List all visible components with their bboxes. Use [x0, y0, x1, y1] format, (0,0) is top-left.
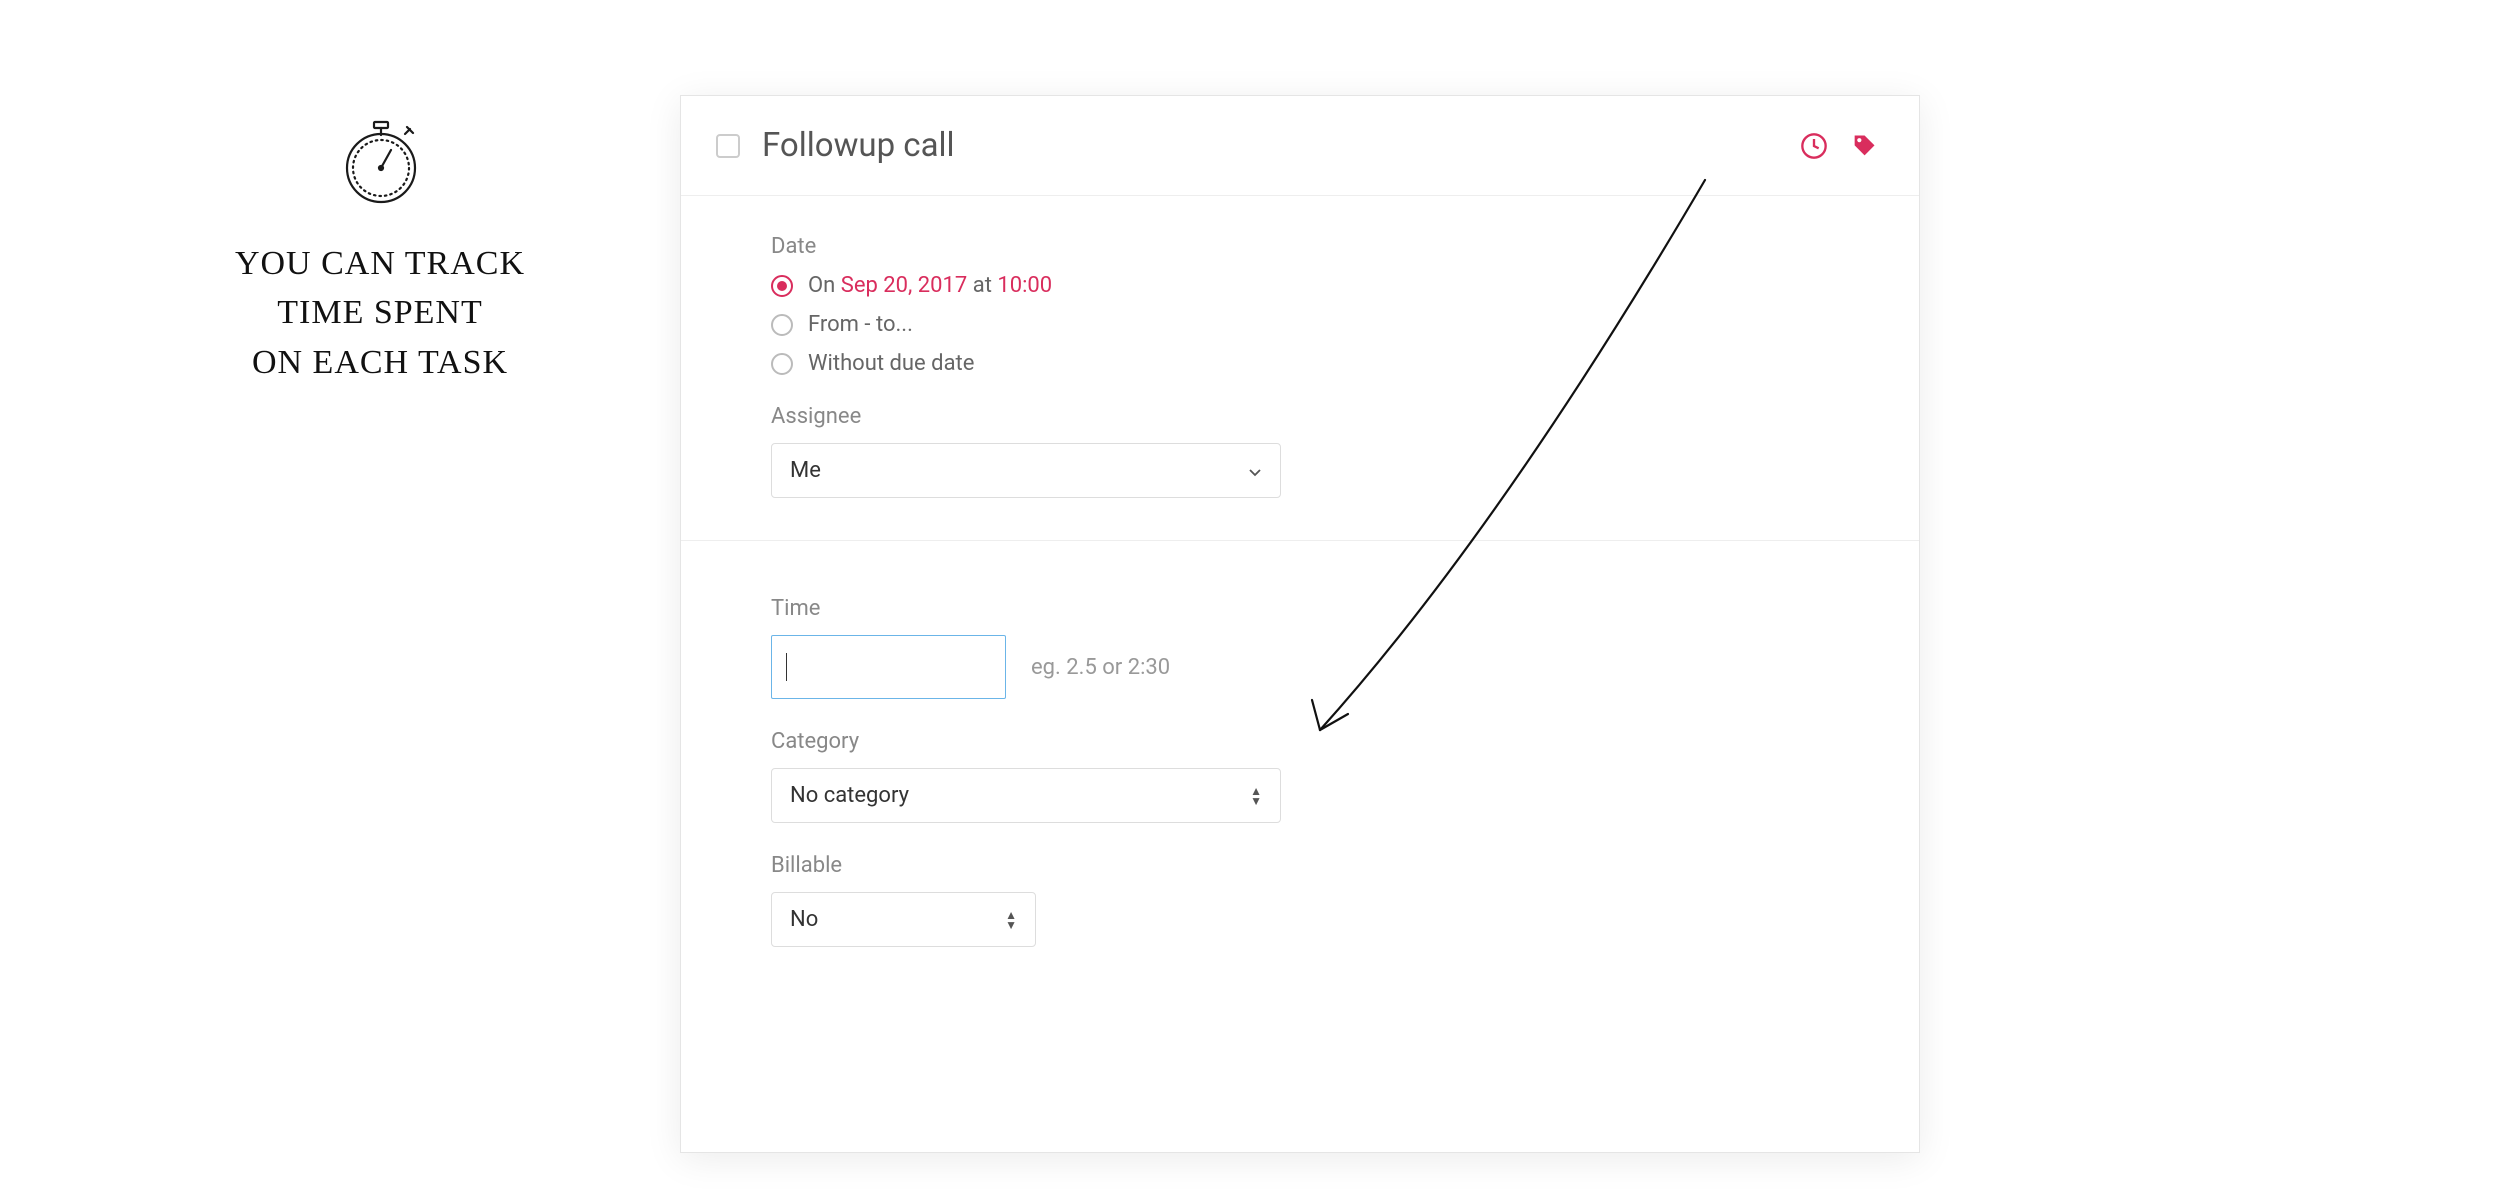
- radio-icon: [771, 353, 793, 375]
- updown-icon: ▲▼: [1005, 910, 1017, 930]
- billable-select[interactable]: No ▲▼: [771, 892, 1036, 947]
- task-title: Followup call: [762, 126, 1799, 165]
- category-value: No category: [790, 783, 909, 808]
- time-row: eg. 2.5 or 2:30: [771, 635, 1829, 699]
- assignee-select[interactable]: Me: [771, 443, 1281, 498]
- time-input[interactable]: [771, 635, 1006, 699]
- billable-label: Billable: [771, 853, 1829, 878]
- date-label: Date: [771, 234, 1829, 259]
- radio-label-fromto: From - to...: [808, 312, 913, 337]
- assignee-value: Me: [790, 458, 821, 483]
- annotation-text: YOU CAN TRACK TIME SPENT ON EACH TASK: [230, 239, 530, 387]
- time-section: Time eg. 2.5 or 2:30 Category No categor…: [681, 541, 1919, 989]
- time-label: Time: [771, 596, 1829, 621]
- task-panel: Followup call Date On Sep 20, 2: [680, 95, 1920, 1153]
- radio-label-on: On Sep 20, 2017 at 10:00: [808, 273, 1052, 298]
- panel-header: Followup call: [681, 96, 1919, 196]
- assignee-label: Assignee: [771, 404, 1829, 429]
- clock-icon[interactable]: [1799, 131, 1829, 161]
- category-label: Category: [771, 729, 1829, 754]
- radio-label-nodue: Without due date: [808, 351, 974, 376]
- stopwatch-icon: [343, 120, 418, 209]
- radio-checked-icon: [771, 275, 793, 297]
- radio-option-fromto[interactable]: From - to...: [771, 312, 1829, 337]
- radio-icon: [771, 314, 793, 336]
- tag-icon[interactable]: [1849, 131, 1879, 161]
- radio-option-nodue[interactable]: Without due date: [771, 351, 1829, 376]
- billable-value: No: [790, 907, 818, 932]
- text-cursor: [786, 653, 787, 681]
- annotation-block: YOU CAN TRACK TIME SPENT ON EACH TASK: [230, 120, 530, 387]
- updown-icon: ▲▼: [1250, 786, 1262, 806]
- chevron-down-icon: [1248, 458, 1262, 483]
- date-section: Date On Sep 20, 2017 at 10:00 From - to.…: [681, 196, 1919, 541]
- date-radio-group: On Sep 20, 2017 at 10:00 From - to... Wi…: [771, 273, 1829, 376]
- category-select[interactable]: No category ▲▼: [771, 768, 1281, 823]
- task-complete-checkbox[interactable]: [716, 134, 740, 158]
- header-icons: [1799, 131, 1879, 161]
- time-hint: eg. 2.5 or 2:30: [1031, 655, 1170, 680]
- radio-option-on[interactable]: On Sep 20, 2017 at 10:00: [771, 273, 1829, 298]
